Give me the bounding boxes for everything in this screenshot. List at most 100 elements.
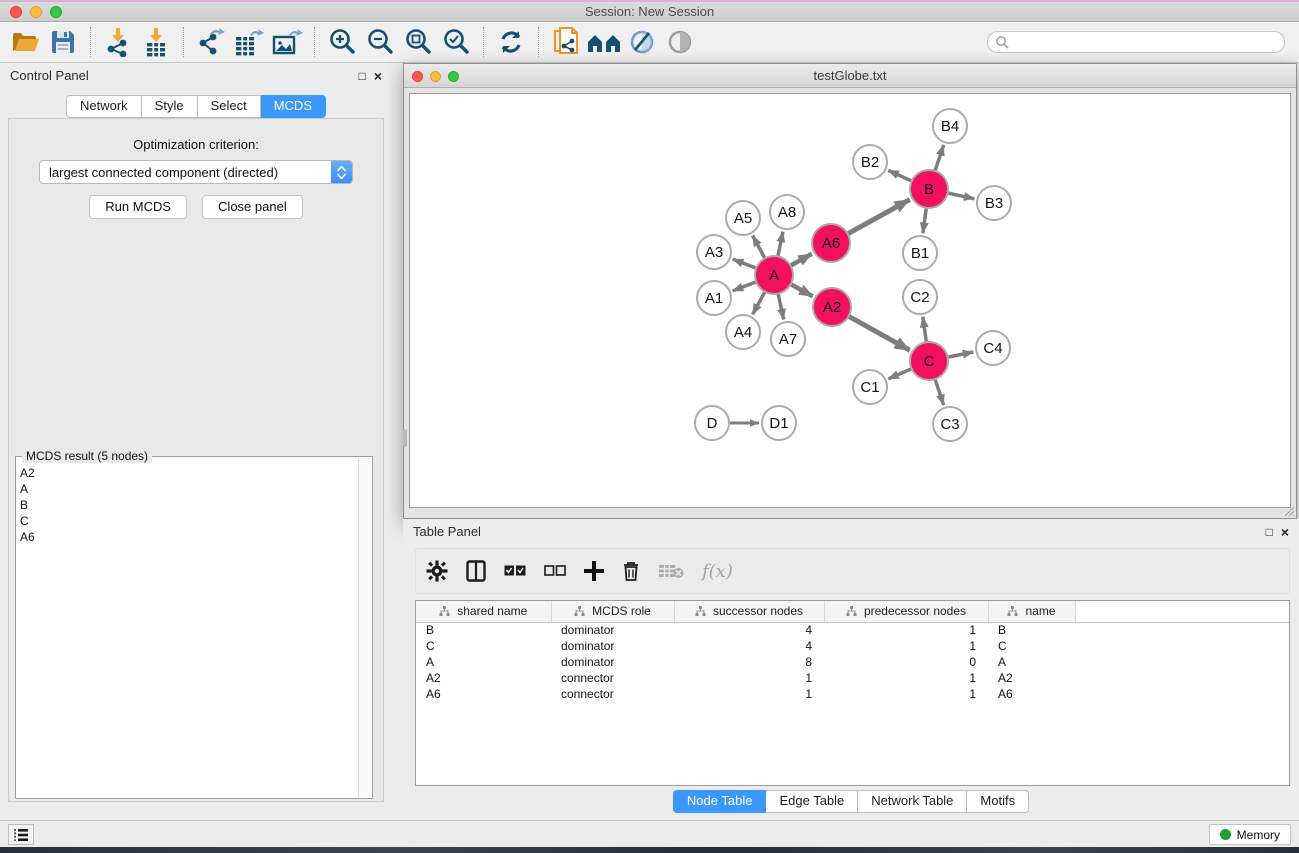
graph-node-B4[interactable]: B4 (933, 109, 967, 143)
network-canvas[interactable]: B4B2BB3A8A5A6A3B1AA1C2A2A4A7C4CC1C3DD1 (409, 93, 1291, 508)
graph-node-A2[interactable]: A2 (813, 288, 851, 326)
zoom-selected-icon[interactable] (437, 25, 475, 59)
close-table-panel-icon[interactable]: × (1281, 525, 1289, 539)
graph-node-C3[interactable]: C3 (933, 407, 967, 441)
table-cell[interactable]: 1 (674, 686, 824, 702)
table-header-row[interactable]: shared nameMCDS rolesuccessor nodesprede… (416, 601, 1289, 622)
columns-icon[interactable] (466, 554, 486, 588)
graph-node-C2[interactable]: C2 (903, 280, 937, 314)
close-panel-button[interactable]: Close panel (202, 195, 303, 219)
save-session-icon[interactable] (44, 25, 82, 59)
zoom-network-window-button[interactable] (448, 71, 459, 82)
column-header[interactable]: predecessor nodes (824, 601, 988, 622)
result-item[interactable]: B (20, 497, 358, 513)
table-tab-motifs[interactable]: Motifs (967, 790, 1029, 813)
graph-node-B1[interactable]: B1 (903, 236, 937, 270)
show-panels-button[interactable] (8, 824, 34, 845)
table-cell[interactable]: connector (551, 670, 674, 686)
graph-node-C[interactable]: C (910, 342, 948, 380)
column-header[interactable]: MCDS role (551, 601, 674, 622)
add-icon[interactable] (584, 554, 604, 588)
table-cell[interactable]: A6 (988, 686, 1075, 702)
table-row[interactable]: Adominator80A (416, 654, 1289, 670)
search-input[interactable] (987, 31, 1285, 53)
graph-node-A3[interactable]: A3 (697, 235, 731, 269)
network-graph[interactable]: B4B2BB3A8A5A6A3B1AA1C2A2A4A7C4CC1C3DD1 (410, 94, 1292, 516)
graph-node-B3[interactable]: B3 (977, 186, 1011, 220)
table-cell[interactable]: 0 (824, 654, 988, 670)
result-item[interactable]: A (20, 481, 358, 497)
import-network-icon[interactable] (99, 25, 137, 59)
run-mcds-button[interactable]: Run MCDS (89, 195, 187, 219)
export-network-icon[interactable] (192, 25, 230, 59)
table-cell[interactable]: 4 (674, 638, 824, 654)
table-cell[interactable]: 1 (824, 638, 988, 654)
graph-node-A8[interactable]: A8 (770, 195, 804, 229)
graph-node-A7[interactable]: A7 (771, 322, 805, 356)
table-cell[interactable]: 4 (674, 622, 824, 638)
import-table-icon[interactable] (137, 25, 175, 59)
table-row[interactable]: A6connector11A6 (416, 686, 1289, 702)
function-builder-icon[interactable]: f(x) (702, 561, 733, 582)
tab-select[interactable]: Select (198, 95, 261, 118)
result-item[interactable]: A6 (20, 529, 358, 545)
table-cell[interactable]: 1 (824, 622, 988, 638)
table-cell[interactable]: A (416, 654, 551, 670)
table-cell[interactable]: B (416, 622, 551, 638)
table-cell[interactable]: A (988, 654, 1075, 670)
first-neighbors-icon[interactable] (585, 25, 623, 59)
table-row[interactable]: A2connector11A2 (416, 670, 1289, 686)
graph-node-C1[interactable]: C1 (853, 370, 887, 404)
float-panel-icon[interactable]: □ (359, 70, 366, 82)
graph-node-A1[interactable]: A1 (697, 281, 731, 315)
table-row[interactable]: Cdominator41C (416, 638, 1289, 654)
table-cell[interactable]: dominator (551, 638, 674, 654)
export-table-icon[interactable] (230, 25, 268, 59)
zoom-out-icon[interactable] (361, 25, 399, 59)
close-network-window-button[interactable] (412, 71, 423, 82)
delete-table-icon[interactable] (658, 554, 684, 588)
graph-node-B2[interactable]: B2 (853, 145, 887, 179)
node-table-grid[interactable]: shared nameMCDS rolesuccessor nodesprede… (416, 601, 1289, 702)
minimize-window-button[interactable] (30, 6, 42, 18)
canvas-vertical-scrollbar[interactable] (403, 429, 407, 447)
table-cell[interactable]: C (988, 638, 1075, 654)
zoom-window-button[interactable] (50, 6, 62, 18)
mcds-result-list[interactable]: A2ABCA6 (20, 465, 358, 796)
open-file-icon[interactable] (6, 25, 44, 59)
table-tab-network-table[interactable]: Network Table (858, 790, 967, 813)
tab-style[interactable]: Style (142, 95, 198, 118)
graph-node-D1[interactable]: D1 (762, 406, 796, 440)
table-cell[interactable]: A2 (416, 670, 551, 686)
float-table-panel-icon[interactable]: □ (1266, 526, 1273, 538)
column-header[interactable]: successor nodes (674, 601, 824, 622)
result-scrollbar[interactable] (358, 458, 371, 797)
table-cell[interactable]: 1 (674, 670, 824, 686)
table-cell[interactable]: C (416, 638, 551, 654)
column-header[interactable]: name (988, 601, 1075, 622)
criterion-dropdown[interactable]: largest connected component (directed) (39, 160, 353, 184)
table-cell[interactable]: 8 (674, 654, 824, 670)
table-cell[interactable]: 1 (824, 670, 988, 686)
minimize-network-window-button[interactable] (430, 71, 441, 82)
show-details-icon[interactable] (661, 25, 699, 59)
graph-node-C4[interactable]: C4 (976, 331, 1010, 365)
table-cell[interactable]: A2 (988, 670, 1075, 686)
graph-node-A4[interactable]: A4 (726, 315, 760, 349)
result-item[interactable]: A2 (20, 465, 358, 481)
graph-node-B[interactable]: B (910, 170, 948, 208)
export-image-icon[interactable] (268, 25, 306, 59)
hide-details-icon[interactable] (623, 25, 661, 59)
table-tab-edge-table[interactable]: Edge Table (766, 790, 858, 813)
delete-icon[interactable] (622, 554, 640, 588)
graph-node-D[interactable]: D (695, 406, 729, 440)
resize-grip-icon[interactable] (1283, 505, 1295, 517)
table-body[interactable]: Bdominator41BCdominator41CAdominator80AA… (416, 622, 1289, 702)
graph-node-A[interactable]: A (755, 256, 793, 294)
refresh-icon[interactable] (492, 25, 530, 59)
graph-node-A5[interactable]: A5 (726, 201, 760, 235)
table-tab-node-table[interactable]: Node Table (673, 790, 767, 813)
table-cell[interactable]: B (988, 622, 1075, 638)
zoom-in-icon[interactable] (323, 25, 361, 59)
deselect-all-icon[interactable] (544, 554, 566, 588)
